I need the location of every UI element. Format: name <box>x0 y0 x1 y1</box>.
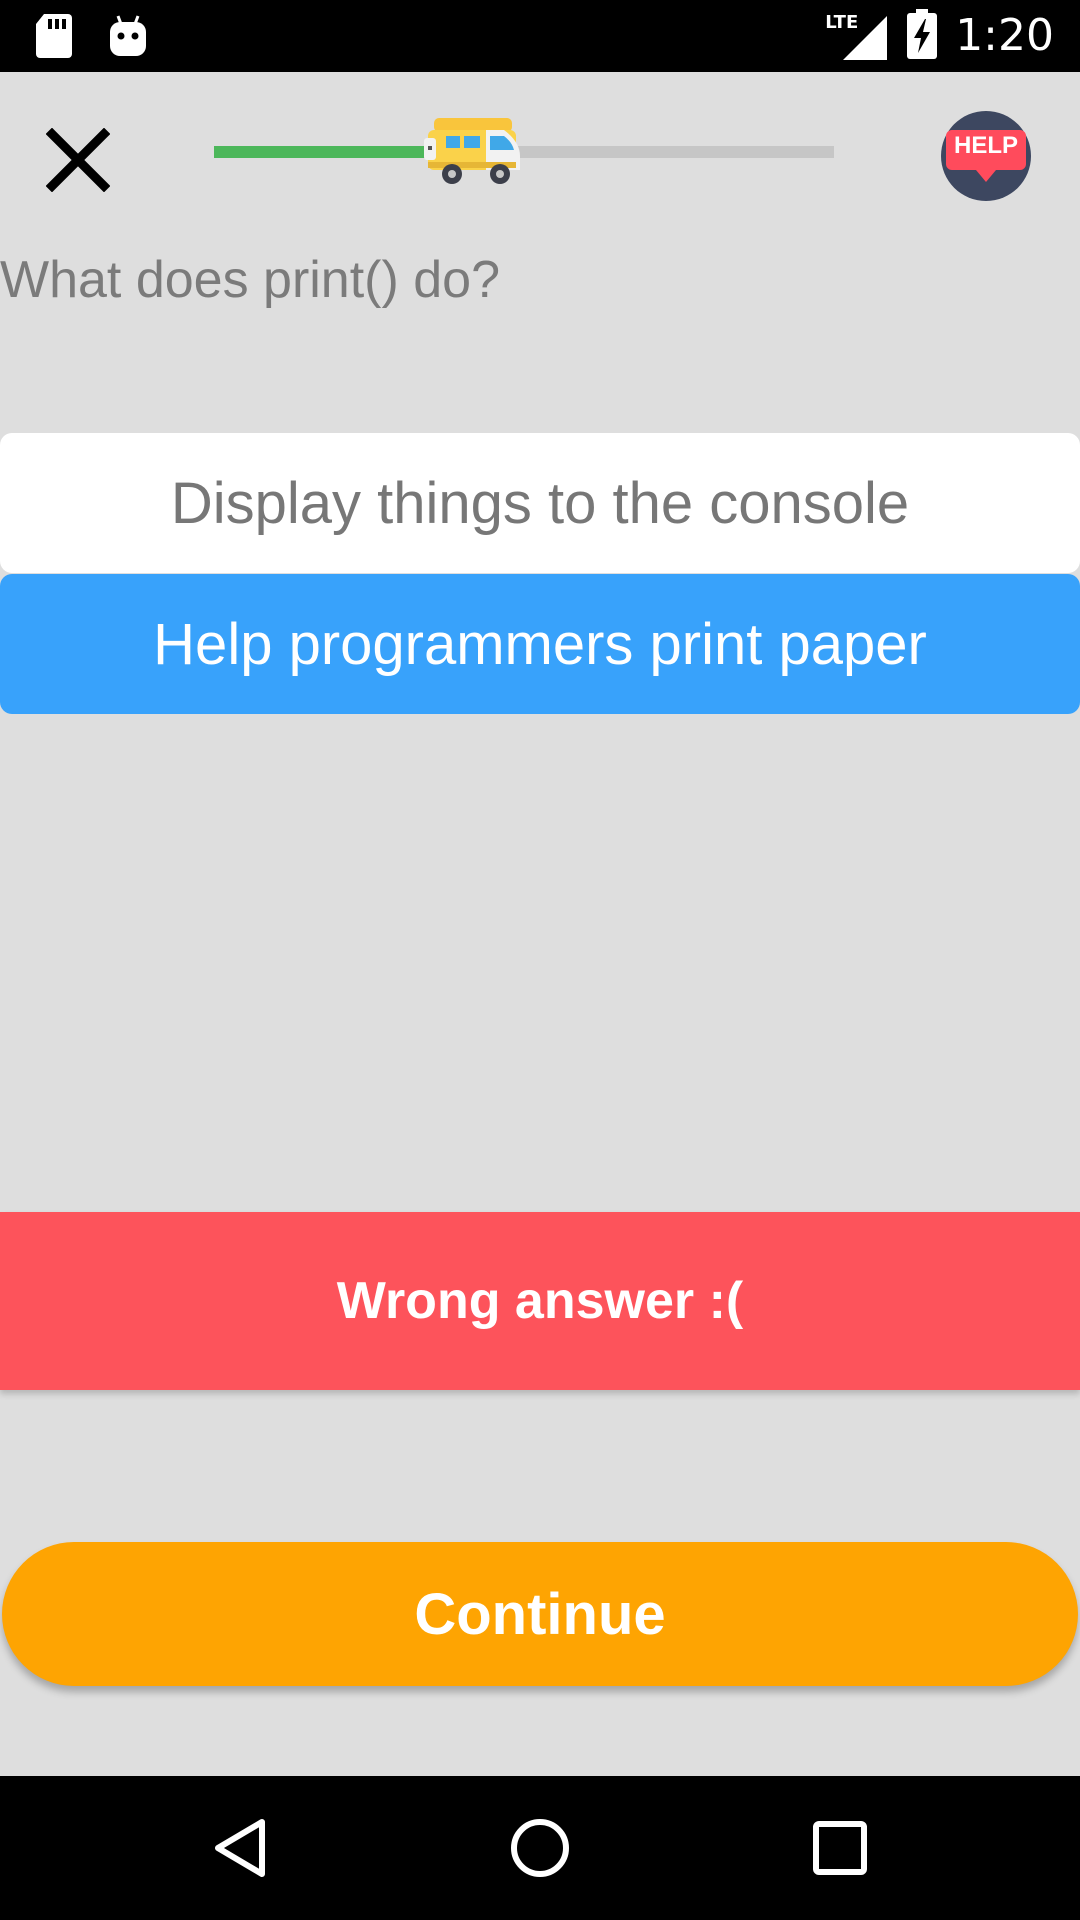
battery-charging-icon <box>907 8 938 64</box>
signal-icon: LTE <box>825 10 889 62</box>
feedback-text: Wrong answer :( <box>336 1272 744 1330</box>
close-icon <box>46 128 110 192</box>
continue-button[interactable]: Continue <box>2 1542 1078 1686</box>
app-screen: LTE 1:20 HELP What does print() do? Disp… <box>0 0 1080 1920</box>
home-icon <box>511 1819 569 1877</box>
android-debug-icon <box>108 14 148 63</box>
home-button[interactable] <box>498 1806 582 1890</box>
answer-option-label: Display things to the console <box>170 470 910 536</box>
lesson-progress <box>214 112 834 192</box>
navigation-bar <box>0 1776 1080 1920</box>
help-button[interactable]: HELP <box>940 110 1032 202</box>
recents-icon <box>813 1821 867 1875</box>
status-right-icons: LTE 1:20 <box>825 8 1054 64</box>
recents-button[interactable] <box>798 1806 882 1890</box>
close-button[interactable] <box>36 118 120 202</box>
back-button[interactable] <box>198 1806 282 1890</box>
status-clock: 1:20 <box>955 10 1054 61</box>
status-left-icons <box>36 14 148 63</box>
camper-van-icon <box>424 116 524 188</box>
status-bar: LTE 1:20 <box>0 0 1080 72</box>
sd-card-icon <box>36 14 72 63</box>
wrong-answer-banner: Wrong answer :( <box>0 1212 1080 1390</box>
back-icon <box>215 1819 265 1877</box>
answer-option-label: Help programmers print paper <box>153 611 927 677</box>
answer-option-1[interactable]: Display things to the console <box>0 433 1080 573</box>
help-label: HELP <box>953 132 1018 159</box>
continue-label: Continue <box>414 1581 666 1647</box>
question-text: What does print() do? <box>0 251 501 309</box>
answer-option-2-selected[interactable]: Help programmers print paper <box>0 574 1080 714</box>
